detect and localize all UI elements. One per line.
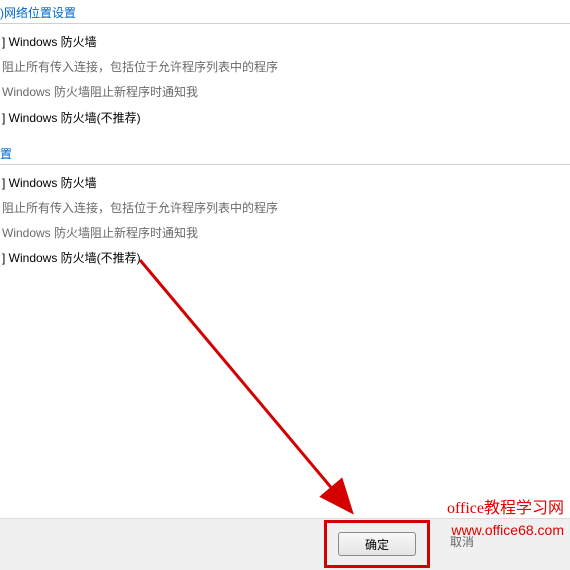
option-enable-firewall-2[interactable]: ] Windows 防火墙 — [0, 171, 570, 196]
section1-header: )网络位置设置 — [0, 0, 570, 24]
option-disable-firewall-1[interactable]: ] Windows 防火墙(不推荐) — [0, 106, 570, 131]
watermark-text-1: office教程学习网 — [447, 494, 564, 518]
option-block-all-2[interactable]: 阻止所有传入连接，包括位于允许程序列表中的程序 — [0, 196, 570, 221]
settings-content: )网络位置设置 ] Windows 防火墙 阻止所有传入连接，包括位于允许程序列… — [0, 0, 570, 272]
option-disable-firewall-2[interactable]: ] Windows 防火墙(不推荐) — [0, 246, 570, 271]
option-enable-firewall-1[interactable]: ] Windows 防火墙 — [0, 30, 570, 55]
watermark-text-2: www.office68.com — [451, 522, 564, 538]
section2-header: 置 — [0, 141, 570, 165]
option-notify-1[interactable]: Windows 防火墙阻止新程序时通知我 — [0, 80, 570, 105]
ok-button[interactable]: 确定 — [338, 532, 416, 556]
option-block-all-1[interactable]: 阻止所有传入连接，包括位于允许程序列表中的程序 — [0, 55, 570, 80]
option-notify-2[interactable]: Windows 防火墙阻止新程序时通知我 — [0, 221, 570, 246]
arrow-annotation — [130, 250, 390, 540]
